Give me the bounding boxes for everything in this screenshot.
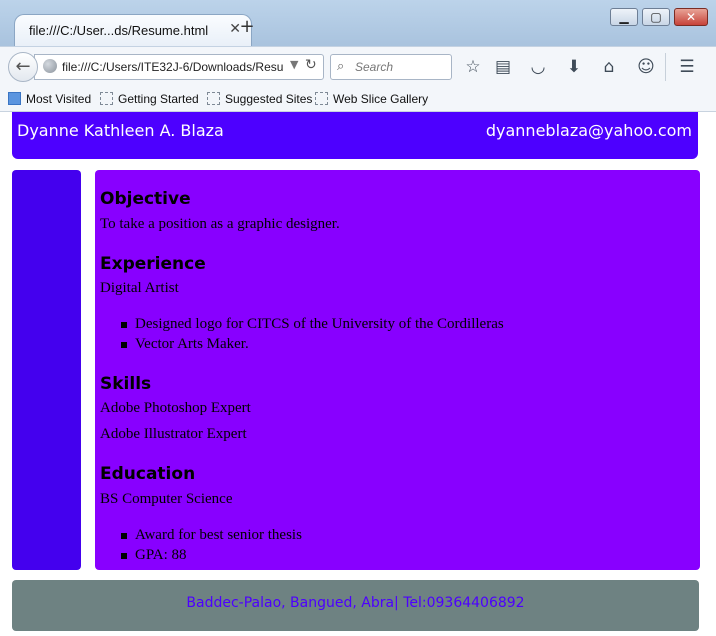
- sidebar-column: [12, 170, 81, 570]
- bookmark-page-icon: [315, 92, 328, 105]
- bookmark-suggested-sites[interactable]: Suggested Sites: [207, 91, 312, 107]
- hello-chat-icon[interactable]: ☺: [635, 56, 657, 78]
- back-button[interactable]: ←: [8, 52, 38, 82]
- dropdown-arrow-icon[interactable]: ▼: [290, 58, 298, 71]
- toolbar-divider: [665, 53, 666, 81]
- tab-title: file:///C:/User...ds/Resume.html: [29, 23, 209, 38]
- page-viewport: Dyanne Kathleen A. Blaza dyanneblaza@yah…: [0, 112, 716, 636]
- bookmark-label: Most Visited: [26, 92, 92, 106]
- objective-heading: Objective: [100, 189, 191, 209]
- objective-text: To take a position as a graphic designer…: [100, 216, 340, 232]
- contact-info: Baddec-Palao, Bangued, Abra| Tel:0936440…: [186, 595, 525, 611]
- bookmark-web-slice-gallery[interactable]: Web Slice Gallery: [315, 91, 428, 107]
- applicant-name: Dyanne Kathleen A. Blaza: [17, 121, 224, 140]
- search-icon: ⌕: [337, 59, 345, 74]
- globe-icon: [43, 59, 57, 73]
- experience-list-item: Designed logo for CITCS of the Universit…: [121, 316, 504, 332]
- bookmark-getting-started[interactable]: Getting Started: [100, 91, 199, 107]
- resume-footer: Baddec-Palao, Bangued, Abra| Tel:0936440…: [12, 580, 699, 631]
- education-degree: BS Computer Science: [100, 491, 233, 507]
- reading-list-icon[interactable]: ▤: [492, 56, 514, 78]
- maximize-button[interactable]: ▢: [642, 8, 670, 26]
- minimize-icon: ▁: [619, 10, 629, 24]
- most-visited-icon: [8, 92, 21, 105]
- bookmark-page-icon: [207, 92, 220, 105]
- pocket-icon[interactable]: ◡: [527, 56, 549, 78]
- search-placeholder: Search: [355, 60, 394, 74]
- education-heading: Education: [100, 464, 196, 484]
- experience-list-item: Vector Arts Maker.: [121, 336, 249, 352]
- window-titlebar: file:///C:/User...ds/Resume.html ✕ + ▁ ▢…: [0, 0, 716, 46]
- bookmark-star-icon[interactable]: ☆: [462, 56, 484, 78]
- experience-heading: Experience: [100, 254, 206, 274]
- bookmarks-toolbar: Most Visited Getting Started Suggested S…: [0, 86, 716, 112]
- skill-item: Adobe Photoshop Expert: [100, 400, 251, 416]
- bookmark-label: Web Slice Gallery: [333, 92, 429, 106]
- maximize-icon: ▢: [650, 10, 662, 24]
- close-window-button[interactable]: ✕: [674, 8, 708, 26]
- bookmark-page-icon: [100, 92, 113, 105]
- skills-heading: Skills: [100, 374, 152, 394]
- education-list-item: Award for best senior thesis: [121, 527, 302, 543]
- applicant-email: dyanneblaza@yahoo.com: [485, 121, 692, 140]
- main-content: Objective To take a position as a graphi…: [95, 170, 700, 570]
- bookmark-label: Suggested Sites: [225, 92, 313, 106]
- search-input[interactable]: ⌕ Search: [330, 54, 452, 80]
- navigation-toolbar: file:///C:/Users/ITE32J-6/Downloads/Resu…: [0, 46, 716, 86]
- reload-icon[interactable]: ↻: [305, 57, 317, 73]
- browser-tab[interactable]: file:///C:/User...ds/Resume.html ✕: [14, 14, 252, 46]
- back-arrow-icon: ←: [15, 56, 31, 77]
- url-bar[interactable]: file:///C:/Users/ITE32J-6/Downloads/Resu…: [34, 54, 324, 80]
- downloads-icon[interactable]: ⬇: [563, 56, 585, 78]
- bookmark-most-visited[interactable]: Most Visited: [8, 91, 91, 107]
- home-icon[interactable]: ⌂: [598, 56, 620, 78]
- menu-icon[interactable]: ☰: [676, 56, 698, 78]
- minimize-button[interactable]: ▁: [610, 8, 638, 26]
- bookmark-label: Getting Started: [118, 92, 199, 106]
- education-list-item: GPA: 88: [121, 547, 187, 563]
- url-text[interactable]: file:///C:/Users/ITE32J-6/Downloads/Resu: [62, 60, 284, 74]
- close-icon: ✕: [685, 10, 697, 24]
- new-tab-icon[interactable]: +: [238, 18, 256, 36]
- skill-item: Adobe Illustrator Expert: [100, 426, 247, 442]
- resume-header: Dyanne Kathleen A. Blaza dyanneblaza@yah…: [12, 112, 698, 159]
- experience-role: Digital Artist: [100, 280, 179, 296]
